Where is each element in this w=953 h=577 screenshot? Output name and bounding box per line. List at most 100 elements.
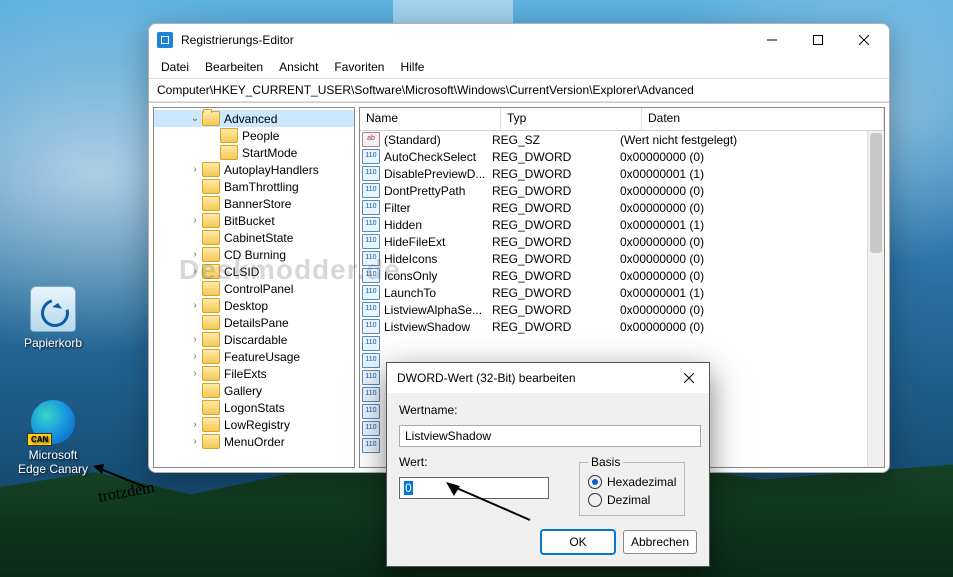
ok-button[interactable]: OK <box>541 530 615 554</box>
expand-icon[interactable]: ⌄ <box>188 113 202 124</box>
tree-item[interactable]: LogonStats <box>154 399 354 416</box>
tree-item[interactable]: ›FileExts <box>154 365 354 382</box>
recycle-bin-label: Papierkorb <box>14 336 92 350</box>
value-row[interactable]: 110HideIconsREG_DWORD0x00000000 (0) <box>360 250 884 267</box>
edge-canary-desktop-icon[interactable]: CAN Microsoft Edge Canary <box>14 400 92 476</box>
row-data: 0x00000000 (0) <box>620 320 884 334</box>
col-data[interactable]: Daten <box>642 108 884 130</box>
value-row[interactable]: ab(Standard)REG_SZ(Wert nicht festgelegt… <box>360 131 884 148</box>
value-row[interactable]: 110IconsOnlyREG_DWORD0x00000000 (0) <box>360 267 884 284</box>
menu-bearbeiten[interactable]: Bearbeiten <box>197 58 271 76</box>
folder-icon <box>202 366 220 381</box>
value-input[interactable]: 0 <box>399 477 549 499</box>
tree-item[interactable]: ControlPanel <box>154 280 354 297</box>
tree-item[interactable]: BamThrottling <box>154 178 354 195</box>
tree-item[interactable]: ›CD Burning <box>154 246 354 263</box>
expand-icon[interactable]: › <box>188 351 202 362</box>
registry-tree[interactable]: ⌄Advanced PeopleStartMode›AutoplayHandler… <box>153 107 355 468</box>
ok-label: OK <box>569 535 586 549</box>
expand-icon[interactable]: › <box>188 436 202 447</box>
value-row[interactable]: 110HiddenREG_DWORD0x00000001 (1) <box>360 216 884 233</box>
tree-item[interactable]: ›MenuOrder <box>154 433 354 450</box>
dword-value-icon: 110 <box>362 200 380 215</box>
value-row[interactable]: 110DontPrettyPathREG_DWORD0x00000000 (0) <box>360 182 884 199</box>
value-row[interactable]: 110 <box>360 335 884 352</box>
minimize-button[interactable] <box>749 24 795 56</box>
value-row[interactable]: 110FilterREG_DWORD0x00000000 (0) <box>360 199 884 216</box>
tree-item[interactable]: StartMode <box>154 144 354 161</box>
menu-ansicht[interactable]: Ansicht <box>271 58 326 76</box>
row-data: 0x00000001 (1) <box>620 286 884 300</box>
folder-icon <box>202 281 220 296</box>
tree-item[interactable]: ›Desktop <box>154 297 354 314</box>
value-row[interactable]: 110LaunchToREG_DWORD0x00000001 (1) <box>360 284 884 301</box>
tree-item[interactable]: › LowRegistry <box>154 416 354 433</box>
window-title: Registrierungs-Editor <box>181 33 749 47</box>
value-row[interactable]: 110HideFileExtREG_DWORD0x00000000 (0) <box>360 233 884 250</box>
basis-label: Basis <box>588 455 623 469</box>
close-button[interactable] <box>841 24 887 56</box>
address-bar[interactable]: Computer\HKEY_CURRENT_USER\Software\Micr… <box>149 79 889 102</box>
cancel-label: Abbrechen <box>631 535 689 549</box>
expand-icon[interactable]: › <box>188 300 202 311</box>
menu-datei[interactable]: Datei <box>153 58 197 76</box>
value-row[interactable]: 110AutoCheckSelectREG_DWORD0x00000000 (0… <box>360 148 884 165</box>
list-scrollbar[interactable] <box>867 131 884 467</box>
folder-icon <box>202 315 220 330</box>
expand-icon[interactable]: › <box>188 334 202 345</box>
tree-item[interactable]: BannerStore <box>154 195 354 212</box>
value-row[interactable]: 110ListviewShadowREG_DWORD0x00000000 (0) <box>360 318 884 335</box>
radio-hex-icon <box>588 475 602 489</box>
tree-item[interactable]: ⌄Advanced <box>154 110 354 127</box>
tree-item[interactable]: DetailsPane <box>154 314 354 331</box>
tree-item[interactable]: Gallery <box>154 382 354 399</box>
row-data: 0x00000001 (1) <box>620 218 884 232</box>
regedit-icon <box>157 32 173 48</box>
menu-hilfe[interactable]: Hilfe <box>392 58 432 76</box>
expand-icon[interactable]: › <box>188 368 202 379</box>
expand-icon[interactable]: › <box>188 419 202 430</box>
tree-item[interactable]: ›AutoplayHandlers <box>154 161 354 178</box>
tree-item-label: People <box>242 129 279 143</box>
dialog-close-button[interactable] <box>673 363 705 393</box>
maximize-button[interactable] <box>795 24 841 56</box>
row-data: 0x00000000 (0) <box>620 201 884 215</box>
radio-dec-icon <box>588 493 602 507</box>
expand-icon[interactable]: › <box>188 215 202 226</box>
value-row[interactable]: 110DisablePreviewD...REG_DWORD0x00000001… <box>360 165 884 182</box>
edit-dword-dialog: DWORD-Wert (32-Bit) bearbeiten Wertname:… <box>386 362 710 567</box>
tree-item[interactable]: CabinetState <box>154 229 354 246</box>
dword-value-icon: 110 <box>362 438 380 453</box>
tree-item[interactable]: People <box>154 127 354 144</box>
value-name-field[interactable]: ListviewShadow <box>399 425 701 447</box>
tree-item[interactable]: ›FeatureUsage <box>154 348 354 365</box>
dialog-titlebar[interactable]: DWORD-Wert (32-Bit) bearbeiten <box>387 363 709 393</box>
radio-hex[interactable]: Hexadezimal <box>588 473 676 491</box>
tree-item-label: LowRegistry <box>224 418 290 432</box>
folder-icon <box>202 383 220 398</box>
col-type[interactable]: Typ <box>501 108 642 130</box>
edge-canary-label: Microsoft Edge Canary <box>14 448 92 476</box>
row-name: DontPrettyPath <box>384 184 492 198</box>
expand-icon[interactable]: › <box>188 249 202 260</box>
col-name[interactable]: Name <box>360 108 501 130</box>
column-headers[interactable]: Name Typ Daten <box>360 108 884 131</box>
row-data: 0x00000000 (0) <box>620 150 884 164</box>
menubar: DateiBearbeitenAnsichtFavoritenHilfe <box>149 56 889 79</box>
expand-icon[interactable]: › <box>188 266 202 277</box>
recycle-bin-desktop-icon[interactable]: Papierkorb <box>14 286 92 350</box>
titlebar[interactable]: Registrierungs-Editor <box>149 24 889 56</box>
row-name: Hidden <box>384 218 492 232</box>
dword-value-icon: 110 <box>362 268 380 283</box>
radio-dec[interactable]: Dezimal <box>588 491 676 509</box>
tree-item[interactable]: ›CLSID <box>154 263 354 280</box>
value-row[interactable]: 110ListviewAlphaSe...REG_DWORD0x00000000… <box>360 301 884 318</box>
menu-favoriten[interactable]: Favoriten <box>326 58 392 76</box>
dword-value-icon: 110 <box>362 387 380 402</box>
tree-item[interactable]: ›BitBucket <box>154 212 354 229</box>
dword-value-icon: 110 <box>362 234 380 249</box>
tree-item[interactable]: ›Discardable <box>154 331 354 348</box>
row-type: REG_DWORD <box>492 150 620 164</box>
expand-icon[interactable]: › <box>188 164 202 175</box>
cancel-button[interactable]: Abbrechen <box>623 530 697 554</box>
